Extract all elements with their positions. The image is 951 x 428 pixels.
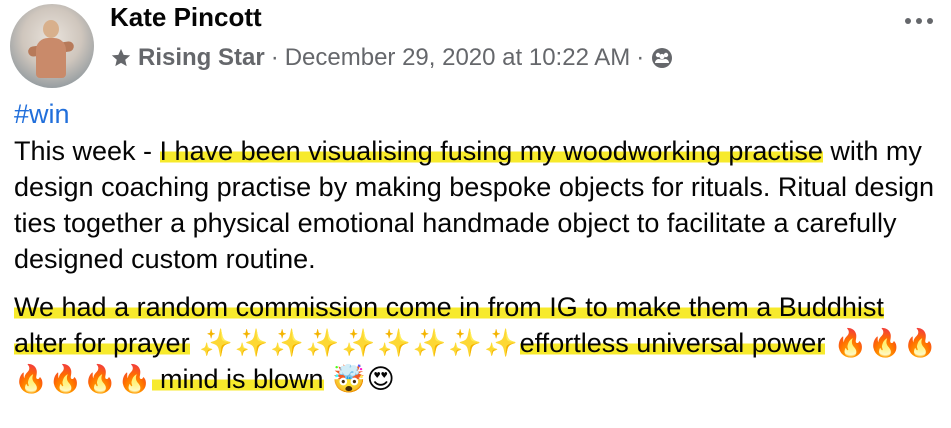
post-meta: Rising Star · December 29, 2020 at 10:22… [110, 44, 674, 72]
post-timestamp[interactable]: December 29, 2020 at 10:22 AM [285, 44, 631, 72]
avatar-figure-body [36, 38, 66, 78]
post-paragraph-1: This week - I have been visualising fusi… [14, 133, 939, 277]
p1-highlight: I have been visualising fusing my woodwo… [159, 136, 823, 166]
p1-intro: This week - [14, 136, 160, 166]
dot-icon [905, 18, 911, 24]
author-name[interactable]: Kate Pincott [110, 2, 262, 33]
author-avatar[interactable] [10, 4, 94, 88]
avatar-figure-head [43, 20, 59, 38]
hashtag-link[interactable]: #win [14, 96, 70, 132]
p2-highlight-c: mind is blown [152, 364, 324, 394]
dot-icon [916, 18, 922, 24]
meta-separator-2: · [636, 44, 645, 71]
post-body: #win This week - I have been visualising… [14, 96, 939, 397]
more-options-button[interactable] [905, 18, 933, 24]
p2-highlight-b: effortless universal power [519, 328, 826, 358]
mind-blown-heart-eyes-emoji: 🤯😍 [323, 364, 396, 394]
sparkles-emoji: ✨✨✨✨✨✨✨✨✨ [189, 328, 520, 358]
dot-icon [927, 18, 933, 24]
star-badge-icon [110, 47, 132, 69]
post-paragraph-2: We had a random commission come in from … [14, 289, 939, 397]
meta-separator: · [270, 44, 279, 71]
author-badge[interactable]: Rising Star [138, 44, 265, 72]
group-audience-icon[interactable] [650, 46, 674, 70]
